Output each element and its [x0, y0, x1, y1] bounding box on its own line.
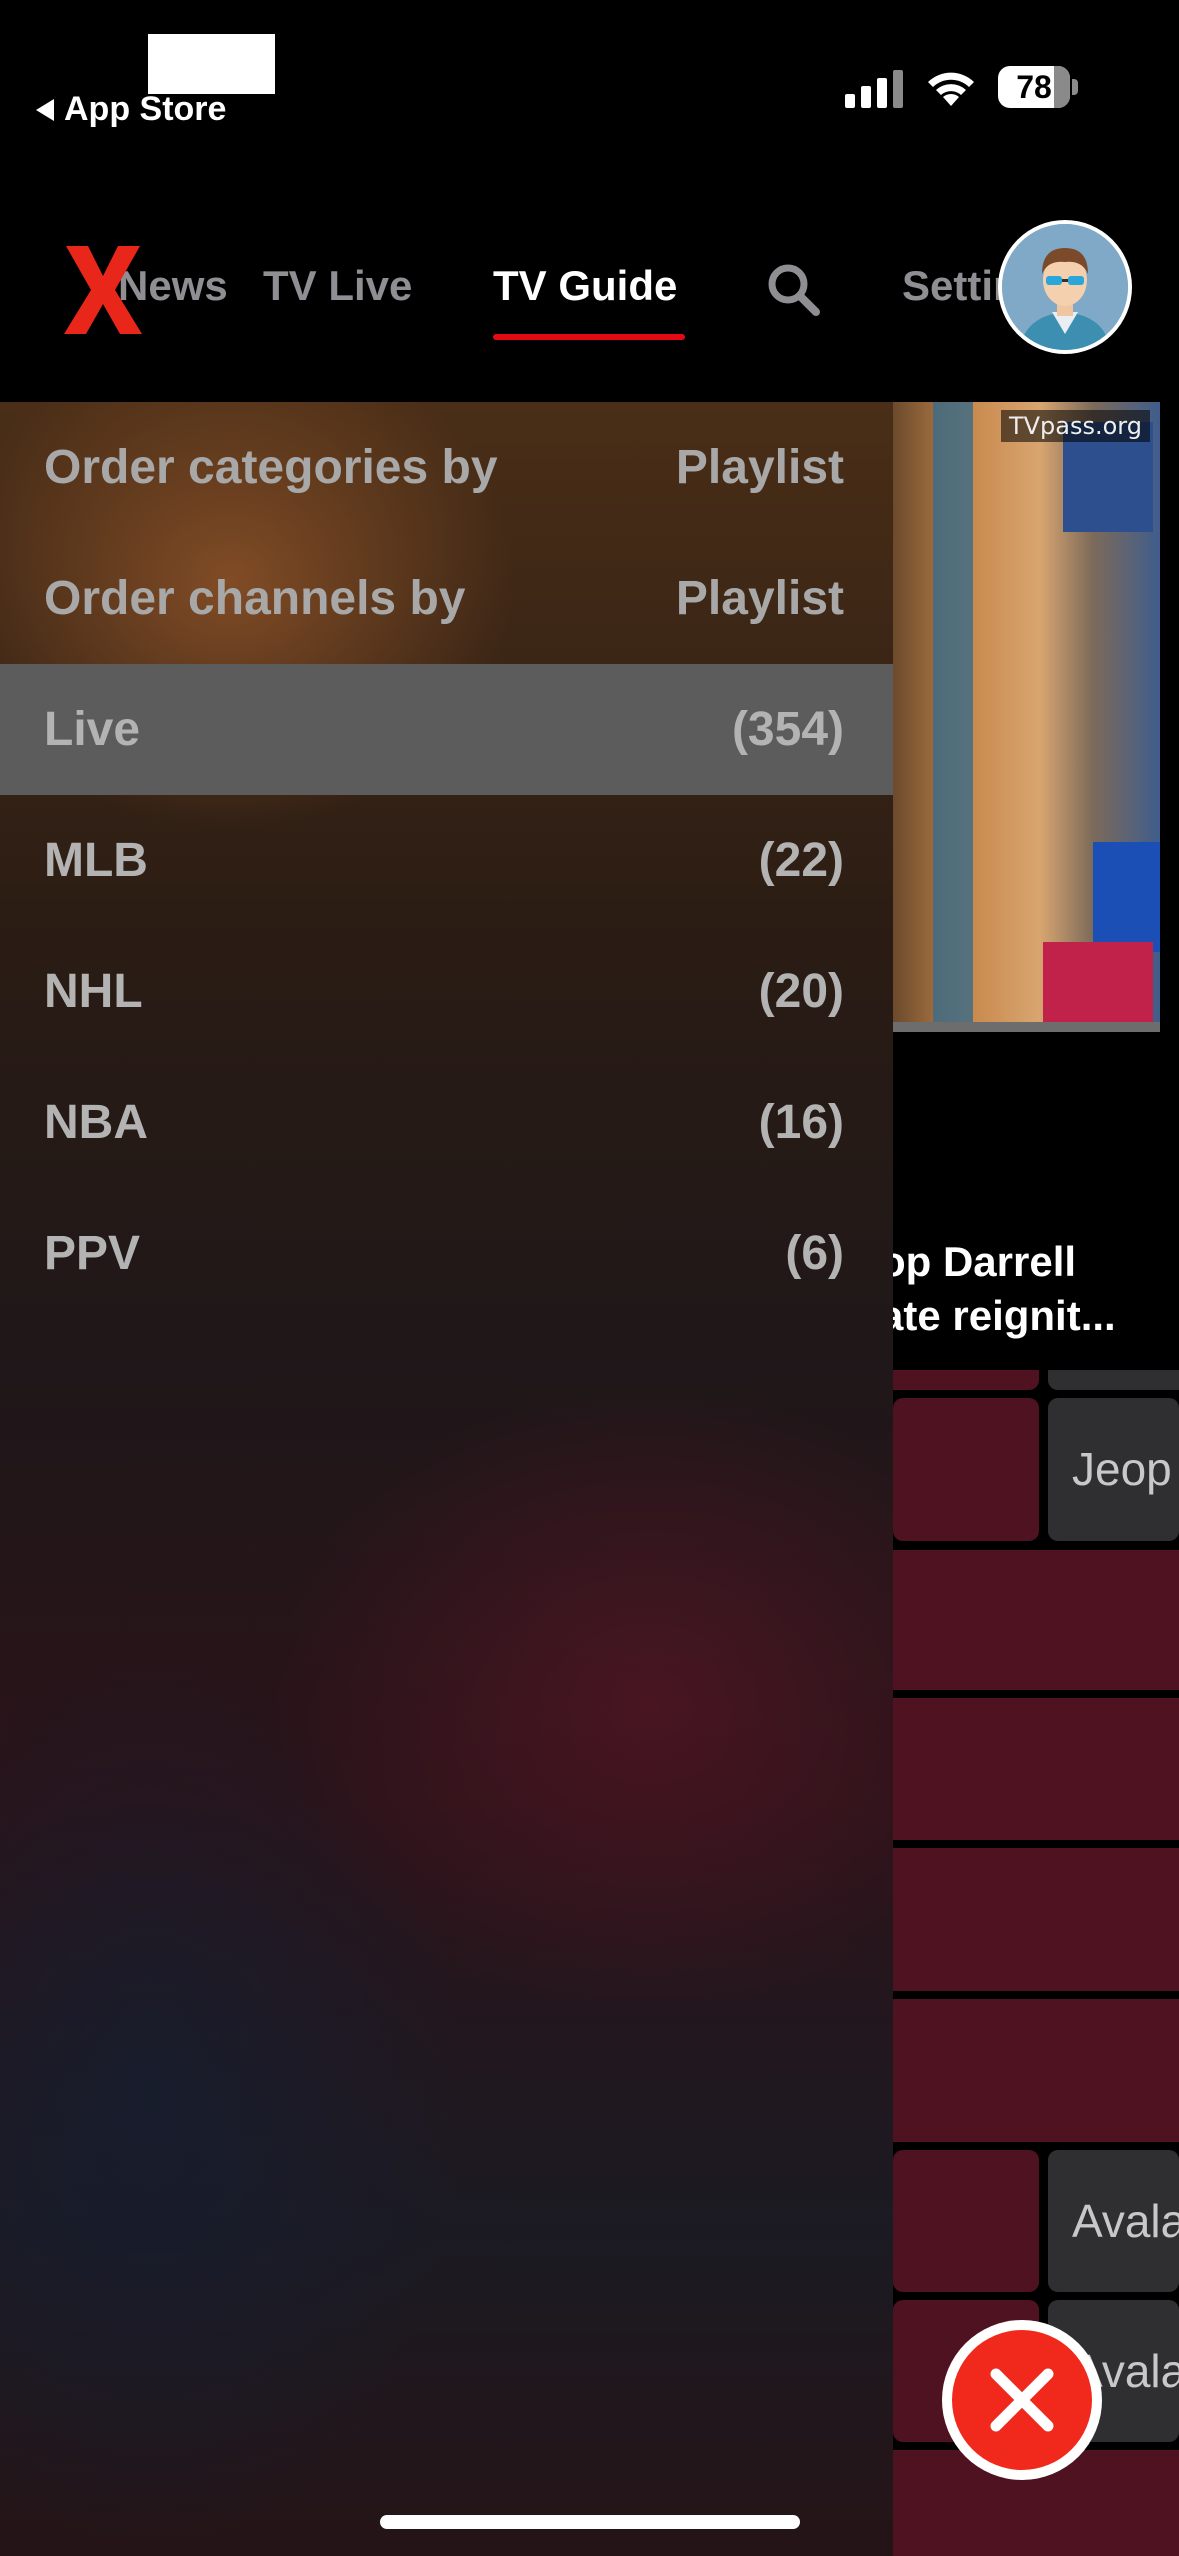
status-bar: App Store 78	[0, 0, 1179, 150]
video-preview[interactable]: TVpass.org	[893, 402, 1160, 1032]
category-label: NBA	[44, 1096, 148, 1149]
category-label: Live	[44, 703, 141, 756]
option-label: Order categories by	[44, 441, 498, 494]
grid-cell[interactable]	[893, 1398, 1039, 1541]
tvpass-watermark: TVpass.org	[1000, 410, 1150, 442]
grid-cell[interactable]	[893, 2150, 1039, 2292]
grid-cell[interactable]	[893, 1370, 1039, 1390]
category-drawer: Order categories by Playlist Order chann…	[0, 402, 893, 2556]
active-tab-indicator	[493, 334, 685, 340]
user-avatar-icon	[1002, 224, 1128, 350]
category-count: (22)	[758, 834, 844, 887]
grid-cell-program[interactable]: Jeop	[1048, 1398, 1179, 1541]
top-nav: News TV Live TV Guide Settings	[0, 200, 1179, 380]
video-progress-bar[interactable]	[893, 1022, 1160, 1032]
category-item-nba[interactable]: NBA (16)	[0, 1057, 893, 1188]
category-label: MLB	[44, 834, 148, 887]
option-value: Playlist	[675, 441, 844, 494]
category-label: NHL	[44, 965, 143, 1018]
category-count: (354)	[731, 703, 844, 756]
category-item-nhl[interactable]: NHL (20)	[0, 926, 893, 1057]
home-indicator[interactable]	[380, 2515, 800, 2529]
close-icon	[990, 2368, 1054, 2432]
grid-cell[interactable]	[893, 1848, 1179, 1991]
grid-cell[interactable]	[1048, 1370, 1179, 1390]
battery-level: 78	[1016, 69, 1052, 105]
program-label: Jeop	[1072, 1443, 1172, 1495]
program-label: Avala	[1072, 2195, 1179, 2247]
order-channels-option[interactable]: Order channels by Playlist	[0, 533, 893, 664]
cellular-signal-icon	[845, 70, 903, 108]
category-label: PPV	[44, 1227, 141, 1280]
app-logo-icon[interactable]	[58, 240, 148, 340]
category-item-mlb[interactable]: MLB (22)	[0, 795, 893, 926]
close-drawer-button[interactable]	[942, 2320, 1102, 2480]
category-item-live[interactable]: Live (354)	[0, 664, 893, 795]
redacted-time	[148, 34, 275, 94]
back-arrow-icon	[36, 98, 54, 121]
grid-cell[interactable]	[893, 1698, 1179, 1840]
current-program-title: op Darrell ate reignit...	[880, 1238, 1116, 1339]
grid-cell[interactable]	[893, 1550, 1179, 1690]
back-app-label: App Store	[64, 90, 227, 128]
back-to-app-store[interactable]: App Store	[36, 90, 226, 129]
option-value: Playlist	[675, 572, 844, 625]
grid-cell-program[interactable]: Avala	[1048, 2150, 1179, 2292]
battery-icon: 78	[998, 66, 1078, 108]
option-label: Order channels by	[44, 572, 466, 625]
wifi-icon	[928, 72, 974, 106]
order-categories-option[interactable]: Order categories by Playlist	[0, 402, 893, 533]
category-count: (6)	[785, 1227, 844, 1280]
grid-cell[interactable]	[893, 1999, 1179, 2142]
search-icon[interactable]	[764, 260, 824, 320]
tab-tv-guide[interactable]: TV Guide	[493, 262, 677, 310]
category-item-ppv[interactable]: PPV (6)	[0, 1188, 893, 1319]
avatar[interactable]	[998, 220, 1132, 354]
category-count: (20)	[758, 965, 844, 1018]
category-count: (16)	[758, 1096, 844, 1149]
tab-tv-live[interactable]: TV Live	[263, 262, 412, 310]
